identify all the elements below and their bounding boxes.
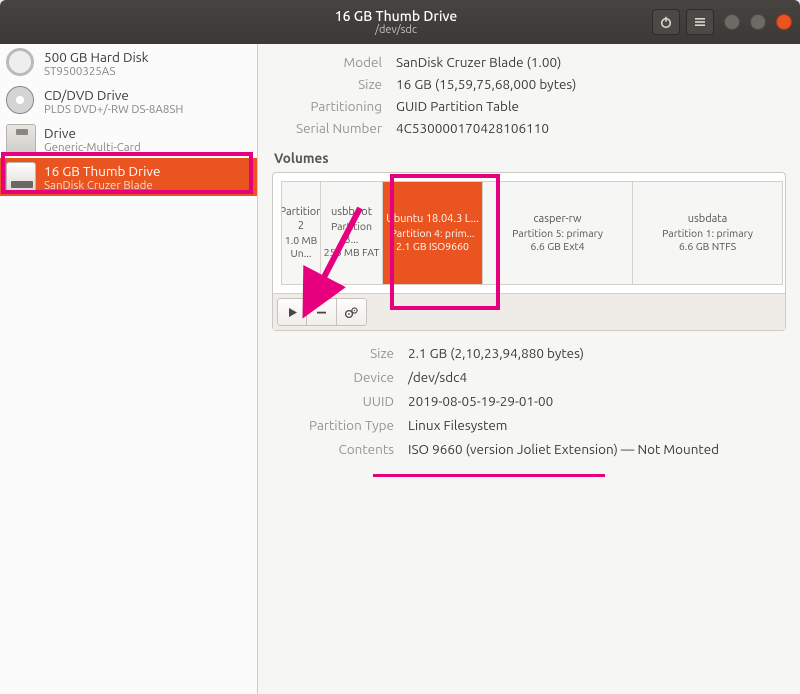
partition-block[interactable]: Ubuntu 18.04.3 L...Partition 4: prim...2… xyxy=(383,181,483,285)
annotation-underline-contents xyxy=(373,474,605,477)
partition-detail: Partition 1: primary xyxy=(662,227,753,240)
device-title: Drive xyxy=(44,125,249,141)
value-partitioning: GUID Partition Table xyxy=(396,98,786,114)
label-device: Device xyxy=(276,369,394,385)
device-title: 500 GB Hard Disk xyxy=(44,49,249,65)
value-uuid: 2019-08-05-19-29-01-00 xyxy=(408,393,782,409)
partition-detail: Partition 5: primary xyxy=(512,227,603,240)
value-ptype: Linux Filesystem xyxy=(408,417,782,433)
window-title: 16 GB Thumb Drive xyxy=(140,8,652,24)
power-button[interactable] xyxy=(652,9,680,35)
sidebar-device-cd[interactable]: CD/DVD Drive PLDS DVD+/-RW DS-8A8SH xyxy=(0,82,257,120)
close-button[interactable] xyxy=(776,14,792,30)
device-title: 16 GB Thumb Drive xyxy=(44,163,249,179)
cd-icon xyxy=(6,86,36,116)
device-sidebar: 500 GB Hard Disk ST9500325AS CD/DVD Driv… xyxy=(0,44,258,694)
value-size: 16 GB (15,59,75,68,000 bytes) xyxy=(396,76,786,92)
label-size: Size xyxy=(272,76,382,92)
label-vsize: Size xyxy=(276,345,394,361)
sidebar-device-thumbdrive[interactable]: 16 GB Thumb Drive SanDisk Cruzer Blade xyxy=(0,158,257,196)
minimize-button[interactable] xyxy=(724,14,740,30)
label-ptype: Partition Type xyxy=(276,417,394,433)
partition-block[interactable]: usbdataPartition 1: primary6.6 GB NTFS xyxy=(633,181,783,285)
sidebar-device-hdd[interactable]: 500 GB Hard Disk ST9500325AS xyxy=(0,44,257,82)
partition-fs: 6.6 GB Ext4 xyxy=(530,240,584,253)
device-title: CD/DVD Drive xyxy=(44,87,249,103)
label-model: Model xyxy=(272,54,382,70)
hdd-icon xyxy=(6,48,36,78)
device-sub: Generic-Multi-Card xyxy=(44,141,249,154)
value-contents: ISO 9660 (version Joliet Extension) — No… xyxy=(408,441,782,457)
label-serial: Serial Number xyxy=(272,120,382,136)
label-contents: Contents xyxy=(276,441,394,457)
menu-button[interactable] xyxy=(686,9,714,35)
disk-properties: Model SanDisk Cruzer Blade (1.00) Size 1… xyxy=(272,54,786,136)
main-panel: Model SanDisk Cruzer Blade (1.00) Size 1… xyxy=(258,44,800,694)
thumb-drive-icon xyxy=(6,162,36,192)
label-partitioning: Partitioning xyxy=(272,98,382,114)
window-subtitle: /dev/sdc xyxy=(140,24,652,37)
partition-name: usbdata xyxy=(688,213,728,227)
volume-properties: Size 2.1 GB (2,10,23,94,880 bytes) Devic… xyxy=(276,345,782,457)
volumes-heading: Volumes xyxy=(274,150,786,166)
annotation-arrow xyxy=(290,198,370,328)
device-sub: ST9500325AS xyxy=(44,65,249,78)
card-reader-icon xyxy=(6,124,36,154)
value-device: /dev/sdc4 xyxy=(408,369,782,385)
partition-name: casper-rw xyxy=(533,213,581,227)
partition-fs: 2.1 GB ISO9660 xyxy=(396,240,469,253)
value-serial: 4C530000170428106110 xyxy=(396,120,786,136)
partition-fs: 6.6 GB NTFS xyxy=(679,240,736,253)
device-sub: SanDisk Cruzer Blade xyxy=(44,179,249,192)
maximize-button[interactable] xyxy=(750,14,766,30)
titlebar: 16 GB Thumb Drive /dev/sdc xyxy=(0,0,800,44)
partition-name: Ubuntu 18.04.3 L... xyxy=(386,213,479,227)
label-uuid: UUID xyxy=(276,393,394,409)
sidebar-device-multicard[interactable]: Drive Generic-Multi-Card xyxy=(0,120,257,158)
value-model: SanDisk Cruzer Blade (1.00) xyxy=(396,54,786,70)
partition-detail: Partition 4: prim... xyxy=(391,227,475,240)
partition-block[interactable]: casper-rwPartition 5: primary6.6 GB Ext4 xyxy=(483,181,633,285)
value-vsize: 2.1 GB (2,10,23,94,880 bytes) xyxy=(408,345,782,361)
device-sub: PLDS DVD+/-RW DS-8A8SH xyxy=(44,103,249,116)
